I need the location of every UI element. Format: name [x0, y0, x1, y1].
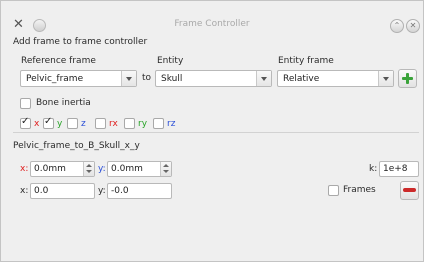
axis-rx-checkbox[interactable] [95, 118, 106, 129]
to-label: to [142, 73, 152, 83]
entity-frame-value: Relative [283, 74, 320, 84]
axis-ry-label: ry [138, 119, 148, 129]
chevron-down-icon[interactable] [378, 71, 393, 86]
chevron-down-icon[interactable] [256, 71, 271, 86]
title-bar: ✕ Frame Controller ⌃ ✕ [1, 1, 423, 34]
add-frame-button[interactable] [398, 69, 417, 88]
entity-value: Skull [161, 74, 183, 84]
separator [13, 132, 419, 133]
plus-icon [402, 73, 413, 84]
y-current-label: y: [98, 186, 106, 196]
x-target-label: x: [20, 164, 29, 174]
reference-frame-combo[interactable]: Pelvic_frame [20, 70, 137, 87]
frame-controller-window: ✕ Frame Controller ⌃ ✕ Add frame to fram… [0, 0, 424, 262]
spin-arrows-icon[interactable] [83, 162, 94, 176]
minimize-button[interactable]: ⌃ [390, 19, 404, 33]
bone-inertia-checkbox[interactable] [20, 98, 31, 109]
x-target-spinbox[interactable]: 0.0mm [30, 161, 95, 177]
spin-arrows-icon[interactable] [160, 162, 171, 176]
entity-combo[interactable]: Skull [155, 70, 272, 87]
section-header: Add frame to frame controller [13, 37, 148, 47]
y-target-label: y: [98, 164, 106, 174]
axis-z-checkbox[interactable] [67, 118, 78, 129]
entity-frame-combo[interactable]: Relative [277, 70, 394, 87]
controller-name: Pelvic_frame_to_B_Skull_x_y [13, 141, 140, 151]
y-current-value: -0.0 [111, 186, 129, 196]
y-target-value: 0.0mm [111, 164, 143, 174]
minus-icon [403, 188, 416, 192]
x-current-value: 0.0 [34, 186, 49, 196]
axis-ry-checkbox[interactable] [124, 118, 135, 129]
axis-y-label: y [57, 119, 63, 129]
chevron-down-icon[interactable] [121, 71, 136, 86]
k-field[interactable]: 1e+8 [379, 161, 419, 177]
x-target-value: 0.0mm [34, 164, 66, 174]
y-target-spinbox[interactable]: 0.0mm [107, 161, 172, 177]
axis-y-checkbox[interactable] [43, 116, 54, 129]
reference-frame-label: Reference frame [21, 56, 96, 66]
bone-inertia-label: Bone inertia [36, 98, 91, 108]
k-value: 1e+8 [383, 164, 408, 174]
entity-frame-label: Entity frame [278, 56, 334, 66]
axis-rz-label: rz [167, 119, 176, 129]
axis-rx-label: rx [109, 119, 118, 129]
frames-label: Frames [343, 185, 376, 195]
frames-checkbox[interactable] [328, 185, 339, 196]
x-current-label: x: [20, 186, 29, 196]
x-current-field[interactable]: 0.0 [30, 183, 95, 199]
axis-rz-checkbox[interactable] [153, 118, 164, 129]
close-button[interactable]: ✕ [406, 19, 420, 33]
y-current-field[interactable]: -0.0 [107, 183, 172, 199]
axis-x-label: x [34, 119, 40, 129]
axis-x-checkbox[interactable] [20, 116, 31, 129]
entity-label: Entity [157, 56, 184, 66]
k-label: k: [369, 164, 378, 174]
remove-frame-button[interactable] [400, 181, 419, 200]
axis-z-label: z [81, 119, 86, 129]
reference-frame-value: Pelvic_frame [26, 74, 84, 84]
window-title: Frame Controller [174, 19, 250, 29]
